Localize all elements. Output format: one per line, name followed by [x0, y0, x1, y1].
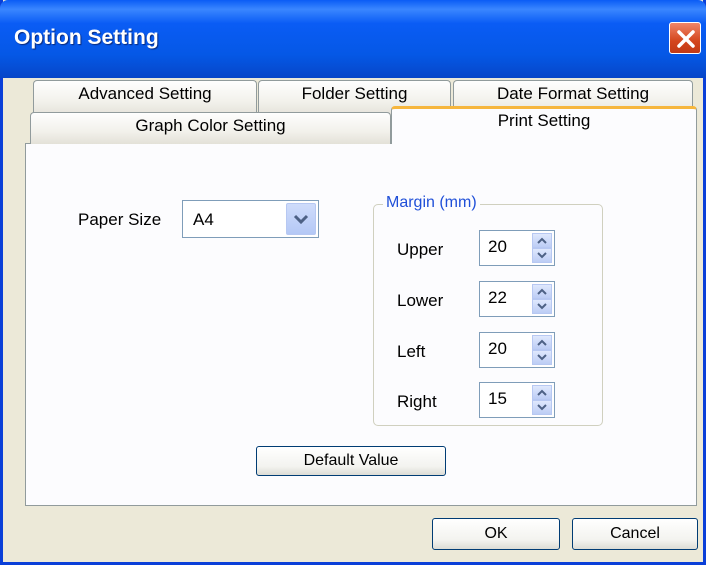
paper-size-label: Paper Size	[78, 210, 162, 229]
window-title: Option Setting	[14, 26, 159, 49]
chevron-up-icon	[537, 237, 547, 244]
left-increment-button[interactable]	[532, 335, 552, 350]
tab-advanced-setting-label: Advanced Setting	[78, 84, 212, 103]
right-decrement-button[interactable]	[532, 400, 552, 415]
default-value-button[interactable]: Default Value	[256, 446, 446, 476]
tab-date-format-setting-label: Date Format Setting	[496, 84, 650, 103]
chevron-up-icon	[537, 389, 547, 396]
right-label: Right	[397, 392, 437, 411]
chevron-up-icon	[537, 339, 547, 346]
paper-size-value: A4	[193, 210, 214, 229]
upper-label: Upper	[397, 240, 444, 259]
close-button[interactable]	[669, 22, 701, 54]
right-spinner[interactable]: 15	[479, 382, 555, 418]
tab-graph-color-setting[interactable]: Graph Color Setting	[30, 112, 391, 144]
upper-value: 20	[488, 237, 507, 256]
title-bar[interactable]: Option Setting	[0, 0, 706, 78]
chevron-down-icon	[293, 214, 309, 225]
chevron-down-icon	[537, 252, 547, 259]
upper-decrement-button[interactable]	[532, 248, 552, 263]
right-value: 15	[488, 389, 507, 408]
left-label: Left	[397, 342, 426, 361]
lower-spinner[interactable]: 22	[479, 281, 555, 317]
tab-print-setting-label: Print Setting	[497, 111, 591, 130]
tab-folder-setting-label: Folder Setting	[301, 84, 408, 103]
upper-increment-button[interactable]	[532, 233, 552, 248]
chevron-down-icon	[537, 404, 547, 411]
lower-label: Lower	[397, 291, 444, 310]
chevron-down-icon	[537, 354, 547, 361]
chevron-down-icon	[537, 303, 547, 310]
option-setting-window: Option Setting Advanced Setting Folder S…	[0, 0, 706, 565]
left-spinner[interactable]: 20	[479, 332, 555, 368]
lower-value: 22	[488, 288, 507, 307]
right-increment-button[interactable]	[532, 385, 552, 400]
tab-graph-color-setting-label: Graph Color Setting	[135, 116, 286, 135]
lower-decrement-button[interactable]	[532, 299, 552, 314]
left-value: 20	[488, 339, 507, 358]
paper-size-select[interactable]: A4	[182, 200, 319, 238]
chevron-up-icon	[537, 288, 547, 295]
margin-group-title: Margin (mm)	[383, 194, 480, 212]
ok-button[interactable]: OK	[432, 518, 560, 550]
tab-print-setting[interactable]: Print Setting	[391, 106, 697, 144]
lower-increment-button[interactable]	[532, 284, 552, 299]
cancel-button[interactable]: Cancel	[572, 518, 698, 550]
close-icon	[677, 30, 695, 48]
upper-spinner[interactable]: 20	[479, 230, 555, 266]
dropdown-button[interactable]	[286, 203, 316, 235]
left-decrement-button[interactable]	[532, 350, 552, 365]
tab-advanced-setting[interactable]: Advanced Setting	[33, 80, 257, 116]
